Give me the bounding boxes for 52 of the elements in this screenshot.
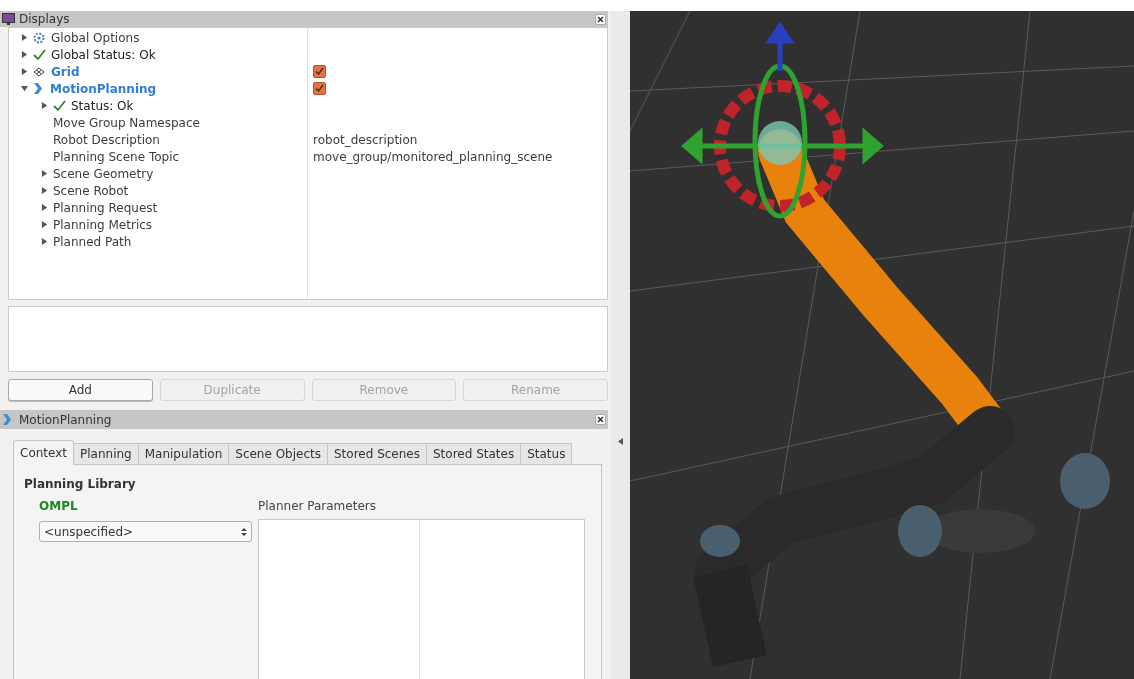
plugin-icon	[33, 82, 43, 95]
gear-icon	[33, 31, 45, 44]
expand-arrow-icon[interactable]	[21, 34, 28, 41]
tab[interactable]: Stored States	[426, 443, 522, 465]
spinner-arrows-icon	[241, 526, 247, 537]
expand-arrow-icon[interactable]	[41, 204, 48, 211]
panel-button[interactable]: Add	[8, 379, 153, 401]
parameters-label: Planner Parameters	[258, 498, 377, 515]
tab[interactable]: Status	[520, 443, 573, 465]
expand-arrow-icon[interactable]	[41, 102, 48, 109]
property-value[interactable]: move_group/monitored_planning_scene	[313, 147, 553, 166]
tree-item-label[interactable]: Scene Geometry	[53, 164, 154, 183]
planner-select[interactable]: <unspecified>	[39, 521, 252, 542]
tree-item-label[interactable]: Scene Robot	[53, 181, 129, 200]
tree-item-label[interactable]: Planning Request	[53, 198, 158, 217]
checkbox[interactable]	[313, 65, 326, 78]
library-name: OMPL	[39, 498, 79, 515]
tree-item-label[interactable]: Global Options	[51, 28, 140, 47]
panel-title: MotionPlanning	[19, 411, 113, 429]
grid-icon	[33, 66, 45, 77]
tab[interactable]: Planning	[73, 443, 139, 465]
tree-item-label[interactable]: Planned Path	[53, 232, 132, 251]
section-title: Planning Library	[24, 476, 137, 493]
tree-item-label[interactable]: Planning Metrics	[53, 215, 153, 234]
expand-arrow-icon[interactable]	[21, 68, 28, 75]
expand-arrow-icon[interactable]	[41, 170, 48, 177]
expand-arrow-icon[interactable]	[41, 187, 48, 194]
plugin-icon	[2, 413, 12, 426]
monitor-icon	[2, 13, 15, 25]
check-icon	[53, 99, 66, 112]
check-icon	[33, 48, 46, 61]
property-value[interactable]: robot_description	[313, 130, 418, 149]
tree-item-label[interactable]: Global Status: Ok	[51, 45, 156, 64]
tab[interactable]: Manipulation	[137, 443, 230, 465]
tree-item-label[interactable]: Status: Ok	[71, 96, 134, 115]
expand-arrow-icon[interactable]	[41, 238, 48, 245]
collapse-arrow-icon[interactable]	[617, 438, 623, 445]
close-button[interactable]	[595, 13, 606, 25]
checkbox[interactable]	[313, 82, 326, 95]
expand-arrow-icon[interactable]	[21, 51, 28, 58]
panel-title: Displays	[19, 11, 71, 28]
close-button[interactable]	[595, 414, 606, 425]
tree-item-label[interactable]: Move Group Namespace	[53, 113, 200, 132]
tab[interactable]: Scene Objects	[228, 443, 328, 465]
tree-item-label[interactable]: Planning Scene Topic	[53, 147, 180, 166]
tab[interactable]: Context	[13, 440, 74, 465]
expand-arrow-icon[interactable]	[41, 221, 48, 228]
tree-item-label[interactable]: Grid	[51, 62, 80, 81]
tab[interactable]: Stored Scenes	[327, 443, 427, 465]
tree-item-label[interactable]: MotionPlanning	[50, 79, 157, 98]
tree-item-label[interactable]: Robot Description	[53, 130, 160, 149]
collapse-arrow-icon[interactable]	[21, 85, 28, 92]
